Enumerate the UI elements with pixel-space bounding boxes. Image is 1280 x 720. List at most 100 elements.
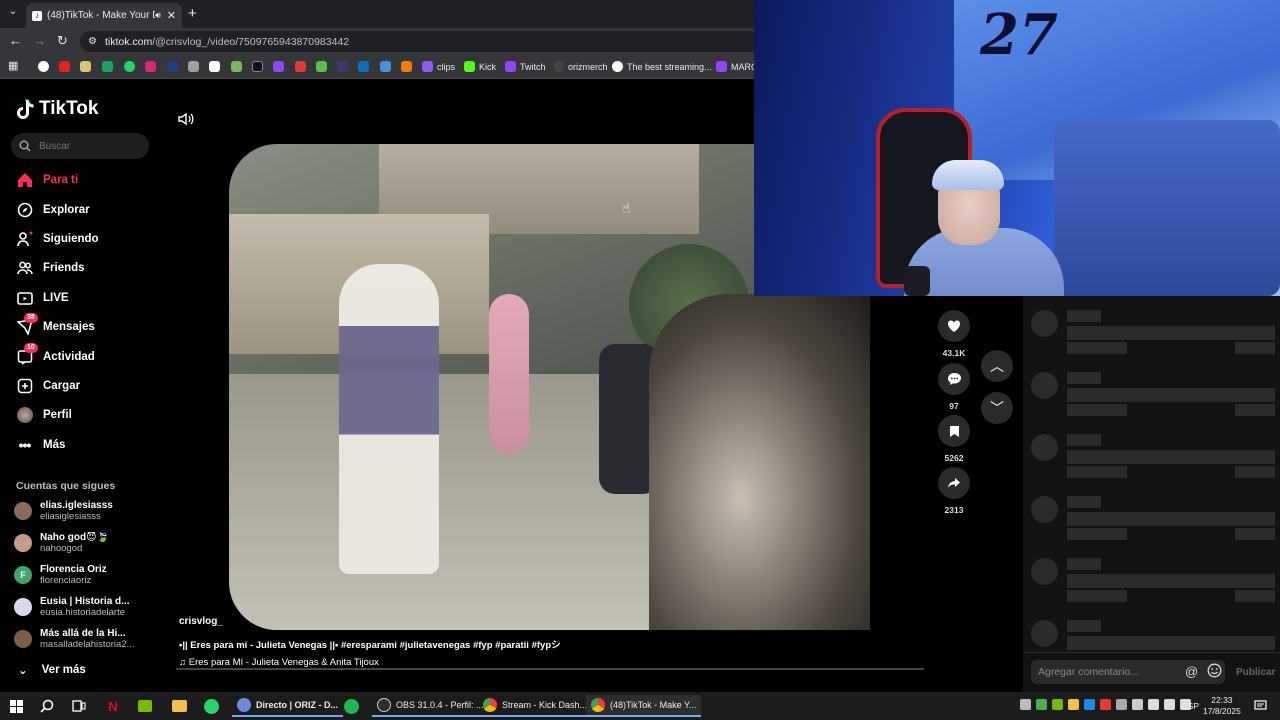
windows-start-icon[interactable] (7, 697, 25, 715)
apps-grid-icon[interactable]: ▦ (8, 59, 19, 72)
video-author[interactable]: crisvlog_ (179, 616, 561, 627)
nav-perfil[interactable]: Perfil (16, 405, 72, 425)
comment-action[interactable]: 97 (938, 363, 970, 411)
instagram-bookmark-icon[interactable] (145, 61, 156, 72)
previous-video-button[interactable]: ︿ (981, 350, 1013, 382)
next-video-button[interactable]: ﹀ (981, 392, 1013, 424)
search-box[interactable] (11, 133, 149, 159)
search-icon[interactable] (38, 697, 56, 715)
forward-icon[interactable]: → (33, 33, 46, 48)
video-frame-person (489, 294, 529, 454)
nav-actividad[interactable]: 10 Actividad (16, 342, 95, 367)
bookmark-icon[interactable] (188, 61, 199, 72)
bookmark-streaming[interactable]: The best streaming... (612, 61, 712, 72)
address-bar[interactable]: ⚙︎ tiktok.com/@crisvlog_/video/750976594… (80, 31, 760, 52)
bookmark-icon[interactable] (401, 61, 412, 72)
bookmark-orizmerch[interactable]: orizmerch (553, 61, 608, 72)
bookmark-icon[interactable] (209, 61, 220, 72)
nav-explorar[interactable]: Explorar (16, 200, 90, 220)
whatsapp-icon[interactable] (202, 697, 220, 715)
bookmark-icon[interactable] (273, 61, 284, 72)
tray-icon[interactable] (1132, 699, 1143, 710)
volume-icon[interactable] (178, 112, 194, 131)
tray-icon[interactable] (1100, 699, 1111, 710)
following-section-title: Cuentas que sigues (16, 480, 116, 492)
following-account[interactable]: Eusia | Historia d... eusia.historiadelar… (14, 596, 154, 618)
tray-icon[interactable] (1116, 699, 1127, 710)
nav-live[interactable]: LIVE (16, 288, 69, 308)
youtube-bookmark-icon[interactable] (59, 61, 70, 72)
bookmark-action[interactable]: 5262 (938, 415, 970, 463)
publish-button[interactable]: Publicar (1236, 667, 1275, 678)
reload-icon[interactable]: ↻ (57, 33, 68, 49)
notifications-icon[interactable] (1251, 697, 1269, 715)
messages-badge: 38 (24, 312, 38, 323)
avatar (14, 534, 32, 552)
share-action[interactable]: 2313 (938, 467, 970, 515)
following-account[interactable]: F Florencia Oriz florenciaoriz (14, 564, 154, 586)
like-action[interactable]: 43.1K (938, 310, 970, 358)
microphone-icon[interactable] (1164, 699, 1175, 710)
outlook-bookmark-icon[interactable] (358, 61, 369, 72)
task-view-icon[interactable] (70, 697, 88, 715)
file-explorer-icon[interactable] (170, 697, 188, 715)
nav-para-ti[interactable]: Para ti (16, 170, 78, 190)
tray-icon[interactable] (1084, 699, 1095, 710)
bookmark-icon[interactable] (102, 61, 113, 72)
taskbar-app-kick[interactable]: Stream - Kick Dash... (478, 695, 593, 717)
language-indicator[interactable]: ESP (1182, 701, 1199, 711)
browser-tab-tiktok[interactable]: ♪ (48)TikTok - Make Your Day 🔊︎ ✕ (26, 3, 182, 28)
bookmark-kick[interactable]: Kick (464, 61, 496, 72)
video-meta: crisvlog_ •|| Eres para mí - Julieta Ven… (179, 616, 561, 668)
paypal-bookmark-icon[interactable] (167, 61, 178, 72)
bookmark-icon[interactable] (231, 61, 242, 72)
tray-icon[interactable] (1052, 699, 1063, 710)
nav-friends[interactable]: Friends (16, 258, 85, 278)
tray-icon[interactable] (1020, 699, 1031, 710)
bookmark-twitch[interactable]: Twitch (505, 61, 546, 72)
spotify-icon[interactable] (342, 697, 360, 715)
close-tab-icon[interactable]: ✕ (167, 9, 176, 22)
nav-cargar[interactable]: Cargar (16, 376, 80, 396)
messages-icon: 38 (16, 312, 38, 336)
bookmark-icon[interactable] (337, 61, 348, 72)
taskbar-app-tiktok[interactable]: (48)TikTok - Make Y... (586, 695, 702, 717)
nav-siguiendo[interactable]: Siguiendo (16, 229, 99, 249)
tiktok-bookmark-icon[interactable] (252, 61, 263, 72)
video-music[interactable]: ♫ Eres para Mí - Julieta Venegas & Anita… (179, 657, 561, 668)
new-tab-icon[interactable]: + (188, 5, 197, 22)
speaker-icon[interactable]: 🔊︎ (155, 10, 161, 21)
tiktok-logo[interactable]: TikTok (16, 98, 98, 120)
see-more-button[interactable]: ⌄ Ver más (18, 663, 86, 677)
bookmark-icon[interactable] (295, 61, 306, 72)
mention-icon[interactable]: @ (1185, 664, 1198, 679)
following-account[interactable]: Más allá de la Hi... masalladelahistoria2… (14, 628, 154, 650)
comment-composer: Agregar comentario... @ Publicar (1023, 652, 1280, 692)
google-bookmark-icon[interactable] (38, 61, 49, 72)
nvidia-icon[interactable] (136, 697, 154, 715)
bookmark-icon[interactable] (80, 61, 91, 72)
taskbar-app-directo[interactable]: Directo | ORIZ - D... (232, 695, 344, 717)
bookmark-icon[interactable] (316, 61, 327, 72)
emoji-icon[interactable] (1207, 663, 1222, 683)
tray-icon[interactable] (1068, 699, 1079, 710)
whatsapp-bookmark-icon[interactable] (124, 61, 135, 72)
nav-mensajes[interactable]: 38 Mensajes (16, 312, 95, 337)
back-icon[interactable]: ← (9, 33, 22, 48)
netflix-icon[interactable]: N (104, 697, 122, 715)
nav-mas[interactable]: ••• Más (16, 435, 66, 455)
clock[interactable]: 22:33 17/8/2025 (1203, 695, 1241, 717)
wifi-icon[interactable] (1148, 699, 1159, 710)
tray-icon[interactable] (1036, 699, 1047, 710)
tiktok-favicon-icon: ♪ (32, 10, 42, 21)
more-dots-icon: ••• (18, 437, 32, 453)
site-info-icon[interactable]: ⚙︎ (88, 36, 97, 47)
tab-search-icon[interactable]: ⌄ (6, 6, 20, 20)
following-account[interactable]: Naho god😈🍃 nahoogod (14, 532, 154, 554)
search-input[interactable] (39, 140, 139, 152)
following-account[interactable]: elias.iglesiasss eliasiglesiasss (14, 500, 154, 522)
video-progress-bar[interactable] (176, 668, 924, 670)
taskbar-app-obs[interactable]: OBS 31.0.4 - Perfil: ... (372, 695, 489, 717)
bookmark-icon[interactable] (380, 61, 391, 72)
bookmark-clips[interactable]: clips (422, 61, 455, 72)
